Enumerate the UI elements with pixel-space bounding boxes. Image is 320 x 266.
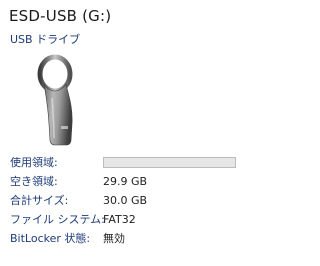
capacity-label: 合計サイズ: (10, 194, 69, 207)
bitlocker-row: BitLocker 状態: 無効 (10, 229, 242, 248)
free-space-label: 空き領域: (10, 175, 58, 188)
free-space-row: 空き領域: 29.9 GB (10, 172, 242, 191)
used-space-row: 使用領域: (10, 153, 242, 172)
free-space-value: 29.9 GB (103, 175, 148, 188)
filesystem-value: FAT32 (103, 213, 136, 226)
used-space-label: 使用領域: (10, 156, 58, 169)
filesystem-label: ファイル システム: (10, 213, 105, 226)
drive-title: ESD-USB (G:) (9, 7, 112, 25)
drive-type: USB ドライブ (10, 33, 81, 46)
drive-properties: 使用領域: 空き領域: 29.9 GB 合計サイズ: 30.0 GB ファイル … (10, 153, 242, 248)
capacity-value: 30.0 GB (103, 194, 148, 207)
usage-bar (103, 157, 236, 168)
usb-drive-icon (37, 54, 73, 146)
bitlocker-label: BitLocker 状態: (10, 232, 91, 245)
capacity-row: 合計サイズ: 30.0 GB (10, 191, 242, 210)
filesystem-row: ファイル システム: FAT32 (10, 210, 242, 229)
bitlocker-value: 無効 (103, 232, 125, 245)
